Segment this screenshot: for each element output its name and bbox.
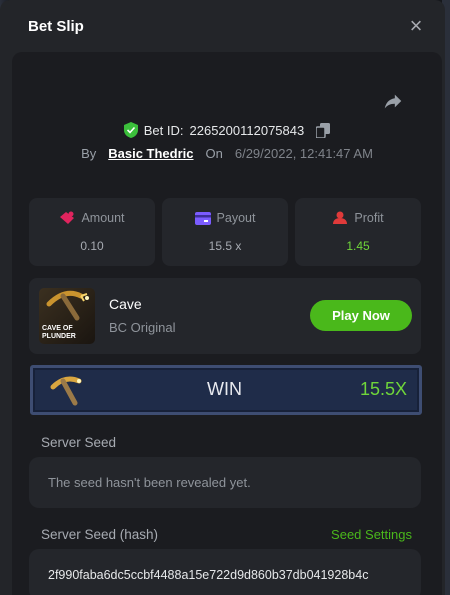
bet-id-value: 2265200112075843	[189, 122, 305, 138]
stat-payout: Payout 15.5 x	[162, 198, 288, 266]
pickaxe-icon	[50, 376, 82, 406]
by-label: By	[81, 146, 97, 161]
stat-profit: Profit 1.45	[295, 198, 421, 266]
game-thumb-title: CAVE OF PLUNDER	[42, 325, 76, 341]
result-multiplier: 15.5X	[359, 379, 407, 399]
server-seed-label: Server Seed	[41, 435, 117, 450]
profit-icon	[333, 211, 348, 224]
payout-value: 15.5 x	[208, 239, 242, 253]
play-now-button[interactable]: Play Now	[310, 300, 412, 331]
result-banner: WIN 15.5X	[30, 365, 422, 415]
game-thumbnail[interactable]: CAVE OF PLUNDER	[39, 288, 95, 344]
bet-id-row: Bet ID: 2265200112075843	[12, 122, 442, 138]
server-seed-hash-field[interactable]: 2f990faba6dc5ccbf4488a15e722d9d860b37db0…	[29, 549, 421, 595]
modal-header: Bet Slip ×	[0, 0, 445, 52]
amount-label: Amount	[81, 211, 125, 225]
shield-check-icon	[123, 122, 138, 138]
bet-byline: By Basic Thedric On 6/29/2022, 12:41:47 …	[12, 146, 442, 161]
profit-label: Profit	[354, 211, 384, 225]
bet-stats: Amount 0.10 Payout 15.5 x Profit 1.45	[29, 198, 421, 266]
payout-label: Payout	[216, 211, 256, 225]
bet-datetime: 6/29/2022, 12:41:47 AM	[234, 146, 373, 161]
game-name: Cave	[109, 296, 142, 312]
thumb-text-line-1: CAVE OF	[42, 325, 73, 332]
server-seed-field: The seed hasn't been revealed yet.	[29, 457, 421, 508]
bet-details-panel: Bet ID: 2265200112075843 By Basic Thedri…	[12, 52, 442, 595]
game-card: CAVE OF PLUNDER Cave BC Original Play No…	[29, 278, 421, 354]
amount-value: 0.10	[80, 239, 104, 253]
amount-icon	[60, 211, 75, 224]
stat-amount: Amount 0.10	[29, 198, 155, 266]
share-icon[interactable]	[382, 90, 404, 112]
payout-icon	[194, 211, 211, 225]
profit-value: 1.45	[346, 239, 370, 253]
seed-settings-link[interactable]: Seed Settings	[331, 527, 412, 542]
result-label: WIN	[207, 379, 242, 399]
username-link[interactable]: Basic Thedric	[108, 146, 193, 161]
game-provider: BC Original	[109, 320, 176, 335]
server-seed-hash-label: Server Seed (hash)	[41, 527, 159, 542]
on-label: On	[205, 146, 223, 161]
copy-icon[interactable]	[316, 122, 331, 138]
modal-title: Bet Slip	[28, 17, 84, 35]
bet-id-label: Bet ID:	[143, 122, 184, 138]
pickaxe-icon	[46, 290, 89, 321]
close-icon[interactable]: ×	[405, 15, 427, 37]
bet-slip-modal: Bet Slip × Bet ID: 2265200112075843 By B…	[0, 0, 445, 595]
thumb-text-line-2: PLUNDER	[42, 333, 76, 340]
